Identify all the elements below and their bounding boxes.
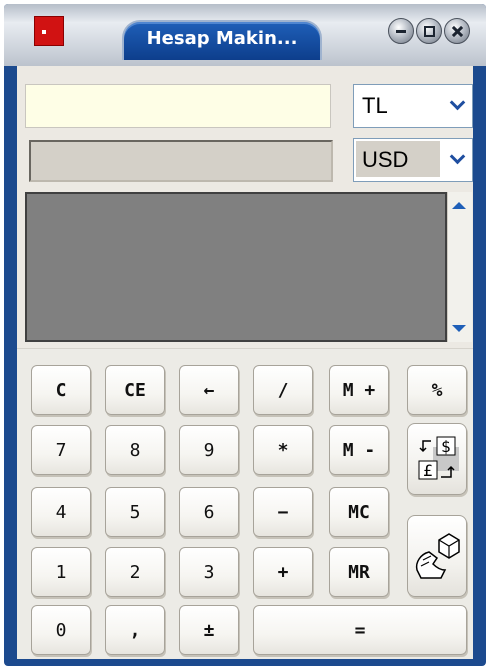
sign-toggle-button[interactable]: ± bbox=[179, 605, 239, 655]
memory-recall-button[interactable]: MR bbox=[329, 547, 389, 597]
multiply-button[interactable]: * bbox=[253, 425, 313, 475]
currency-convert-icon: $ £ bbox=[418, 436, 459, 480]
maximize-icon bbox=[423, 25, 435, 37]
memory-add-button[interactable]: M + bbox=[329, 365, 389, 415]
close-button[interactable] bbox=[444, 18, 470, 44]
digit-4-button[interactable]: 4 bbox=[31, 487, 91, 537]
memory-clear-button[interactable]: MC bbox=[329, 487, 389, 537]
svg-text:$: $ bbox=[441, 437, 451, 456]
copy-to-clipboard-icon bbox=[415, 533, 460, 579]
subtract-button[interactable]: − bbox=[253, 487, 313, 537]
clear-entry-button[interactable]: CE bbox=[105, 365, 165, 415]
minimize-button[interactable] bbox=[388, 18, 414, 44]
history-scrollbar[interactable] bbox=[447, 192, 472, 342]
to-currency-select[interactable]: USD bbox=[353, 138, 473, 182]
divide-button[interactable]: / bbox=[253, 365, 313, 415]
title-bar[interactable]: Hesap Makin... bbox=[4, 4, 486, 66]
amount-input[interactable] bbox=[25, 84, 331, 128]
calculator-panel: TL USD C CE ← / M + % 7 8 9 * M - 4 5 6 … bbox=[17, 66, 473, 659]
copy-button[interactable] bbox=[407, 515, 467, 597]
chevron-down-icon[interactable] bbox=[444, 141, 470, 177]
title-tab: Hesap Makin... bbox=[122, 20, 322, 60]
add-button[interactable]: + bbox=[253, 547, 313, 597]
digit-7-button[interactable]: 7 bbox=[31, 425, 91, 475]
app-icon[interactable] bbox=[34, 16, 64, 46]
digit-3-button[interactable]: 3 bbox=[179, 547, 239, 597]
digit-9-button[interactable]: 9 bbox=[179, 425, 239, 475]
window-title: Hesap Makin... bbox=[146, 28, 298, 49]
scroll-down-icon[interactable] bbox=[452, 325, 466, 332]
from-currency-value: TL bbox=[362, 93, 388, 118]
clear-button[interactable]: C bbox=[31, 365, 91, 415]
digit-2-button[interactable]: 2 bbox=[105, 547, 165, 597]
backspace-button[interactable]: ← bbox=[179, 365, 239, 415]
close-icon bbox=[451, 25, 463, 37]
to-currency-value: USD bbox=[362, 147, 409, 172]
history-list[interactable] bbox=[25, 192, 447, 342]
decimal-separator-button[interactable]: , bbox=[105, 605, 165, 655]
digit-6-button[interactable]: 6 bbox=[179, 487, 239, 537]
digit-0-button[interactable]: 0 bbox=[31, 605, 91, 655]
percent-button[interactable]: % bbox=[407, 365, 467, 415]
digit-5-button[interactable]: 5 bbox=[105, 487, 165, 537]
calculator-window: Hesap Makin... TL USD C CE ← / M + % 7 8… bbox=[4, 4, 486, 666]
svg-text:£: £ bbox=[423, 461, 433, 480]
maximize-button[interactable] bbox=[416, 18, 442, 44]
minimize-icon bbox=[395, 25, 407, 37]
equals-button[interactable]: = bbox=[253, 605, 467, 655]
from-currency-select[interactable]: TL bbox=[353, 84, 473, 128]
keypad: C CE ← / M + % 7 8 9 * M - 4 5 6 − MC 1 … bbox=[17, 348, 473, 659]
digit-1-button[interactable]: 1 bbox=[31, 547, 91, 597]
result-display bbox=[29, 140, 333, 182]
currency-convert-button[interactable]: $ £ bbox=[407, 423, 467, 495]
chevron-down-icon[interactable] bbox=[444, 87, 470, 123]
to-currency-box: USD bbox=[356, 141, 440, 177]
digit-8-button[interactable]: 8 bbox=[105, 425, 165, 475]
scroll-up-icon[interactable] bbox=[452, 202, 466, 209]
memory-subtract-button[interactable]: M - bbox=[329, 425, 389, 475]
